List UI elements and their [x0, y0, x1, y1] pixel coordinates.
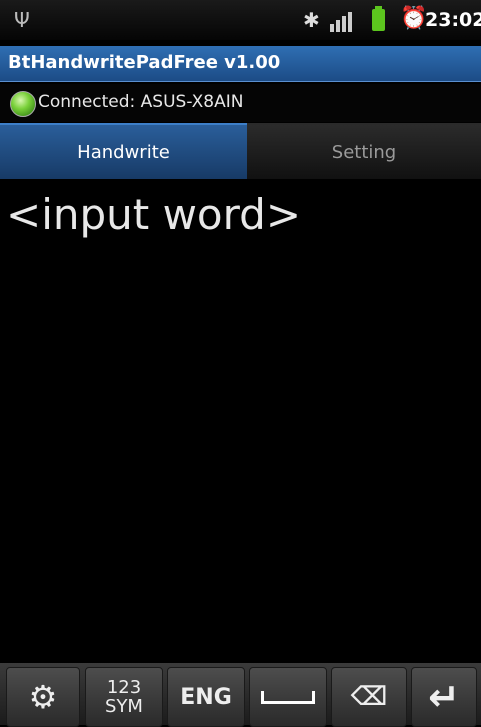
signal-icon — [330, 10, 358, 32]
tab-handwrite[interactable]: Handwrite — [0, 123, 247, 179]
backspace-icon: ⌫ — [350, 682, 388, 712]
space-key[interactable] — [249, 667, 327, 727]
bluetooth-icon: ✱ — [303, 8, 320, 32]
connected-led-icon — [10, 91, 36, 117]
tab-setting[interactable]: Setting — [247, 123, 481, 179]
gear-icon: ⚙ — [28, 678, 58, 716]
tab-setting-label: Setting — [331, 141, 397, 163]
input-word-display: <input word> — [6, 190, 302, 239]
space-icon — [261, 690, 315, 704]
alarm-icon: ⏰ — [400, 6, 428, 31]
connection-bar: Connected: ASUS-X8AIN — [0, 84, 481, 122]
tab-bar: Handwrite Setting — [0, 123, 481, 179]
handwriting-pad[interactable] — [0, 250, 481, 660]
backspace-key[interactable]: ⌫ — [331, 667, 407, 727]
status-bar: Ψ ✱ ⏰ 23:02 — [0, 0, 481, 40]
enter-key[interactable]: ↵ — [411, 667, 477, 727]
sym-key[interactable]: 123 SYM — [85, 667, 163, 727]
app-title-bar: BtHandwritePadFree v1.00 — [0, 46, 481, 82]
enter-icon: ↵ — [428, 675, 460, 719]
sym-key-line1: 123 — [106, 677, 142, 698]
usb-icon: Ψ — [14, 8, 30, 32]
lang-label: ENG — [180, 684, 232, 710]
status-time: 23:02 — [425, 9, 481, 31]
lang-key[interactable]: ENG — [167, 667, 245, 727]
settings-key[interactable]: ⚙ — [6, 667, 80, 727]
bottom-keyboard: ⚙ 123 SYM ENG ⌫ ↵ — [0, 663, 481, 727]
app-title: BtHandwritePadFree v1.00 — [8, 52, 281, 73]
battery-icon — [372, 6, 385, 31]
tab-handwrite-label: Handwrite — [77, 141, 170, 163]
connection-status: Connected: ASUS-X8AIN — [38, 92, 244, 112]
sym-key-line2: SYM — [105, 696, 143, 717]
